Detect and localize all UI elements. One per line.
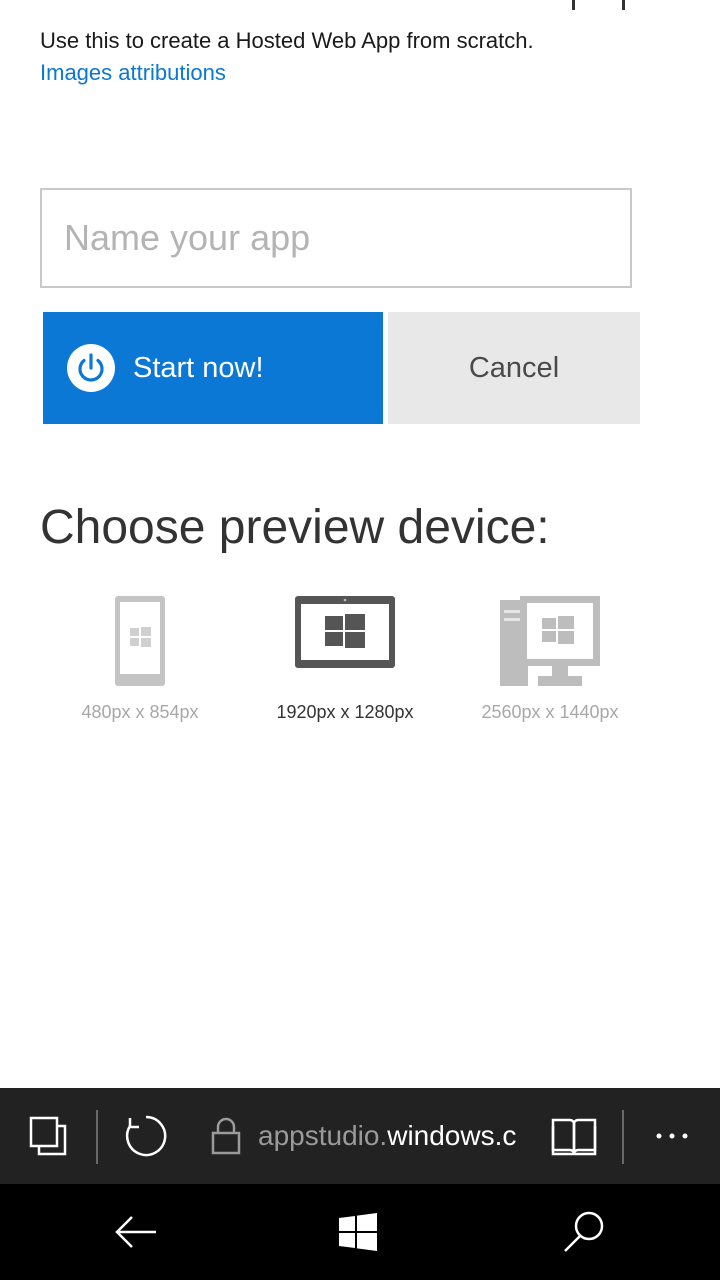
start-button[interactable] <box>326 1184 390 1280</box>
back-button[interactable] <box>104 1184 168 1280</box>
reading-view-button[interactable] <box>546 1088 602 1184</box>
cancel-label: Cancel <box>468 351 560 384</box>
device-option-desktop[interactable]: 2560px x 1440px <box>450 596 650 723</box>
power-icon <box>67 344 115 392</box>
tabs-icon <box>29 1116 67 1156</box>
device-option-phone[interactable]: 480px x 854px <box>40 596 240 723</box>
desktop-icon <box>500 596 600 686</box>
separator <box>622 1110 624 1164</box>
device-label: 480px x 854px <box>81 702 199 722</box>
search-icon <box>564 1211 604 1252</box>
lock-icon <box>211 1117 241 1155</box>
app-name-input[interactable] <box>42 190 630 286</box>
url-domain: windows.c <box>387 1120 517 1151</box>
start-now-button[interactable]: Start now! <box>43 312 383 424</box>
reading-view-icon <box>551 1118 597 1156</box>
device-option-tablet[interactable]: 1920px x 1280px <box>245 596 445 723</box>
separator <box>96 1110 98 1164</box>
system-navigation-bar <box>0 1184 720 1280</box>
lock-indicator <box>208 1088 244 1184</box>
browser-address-bar: appstudio. windows.c <box>0 1088 720 1184</box>
tablet-icon <box>295 596 395 668</box>
device-label: 2560px x 1440px <box>481 702 619 722</box>
address-url[interactable]: appstudio. windows.c <box>258 1088 528 1184</box>
back-icon <box>115 1216 156 1248</box>
preview-heading: Choose preview device: <box>40 501 550 554</box>
cancel-button[interactable]: Cancel <box>388 312 640 424</box>
more-button[interactable] <box>646 1088 698 1184</box>
images-attributions-link[interactable]: Images attributions <box>40 60 226 86</box>
start-now-label: Start now! <box>133 351 264 384</box>
device-label: 1920px x 1280px <box>276 702 414 722</box>
refresh-button[interactable] <box>120 1088 172 1184</box>
app-name-field[interactable] <box>40 188 632 288</box>
url-prefix: appstudio. <box>258 1120 388 1151</box>
refresh-icon <box>125 1115 167 1157</box>
scrolled-header-fragment <box>568 0 628 12</box>
more-icon <box>656 1133 688 1139</box>
phone-icon <box>115 596 165 686</box>
page-description: Use this to create a Hosted Web App from… <box>40 28 534 53</box>
tabs-button[interactable] <box>20 1088 76 1184</box>
search-button[interactable] <box>552 1184 616 1280</box>
windows-start-icon <box>339 1213 377 1251</box>
